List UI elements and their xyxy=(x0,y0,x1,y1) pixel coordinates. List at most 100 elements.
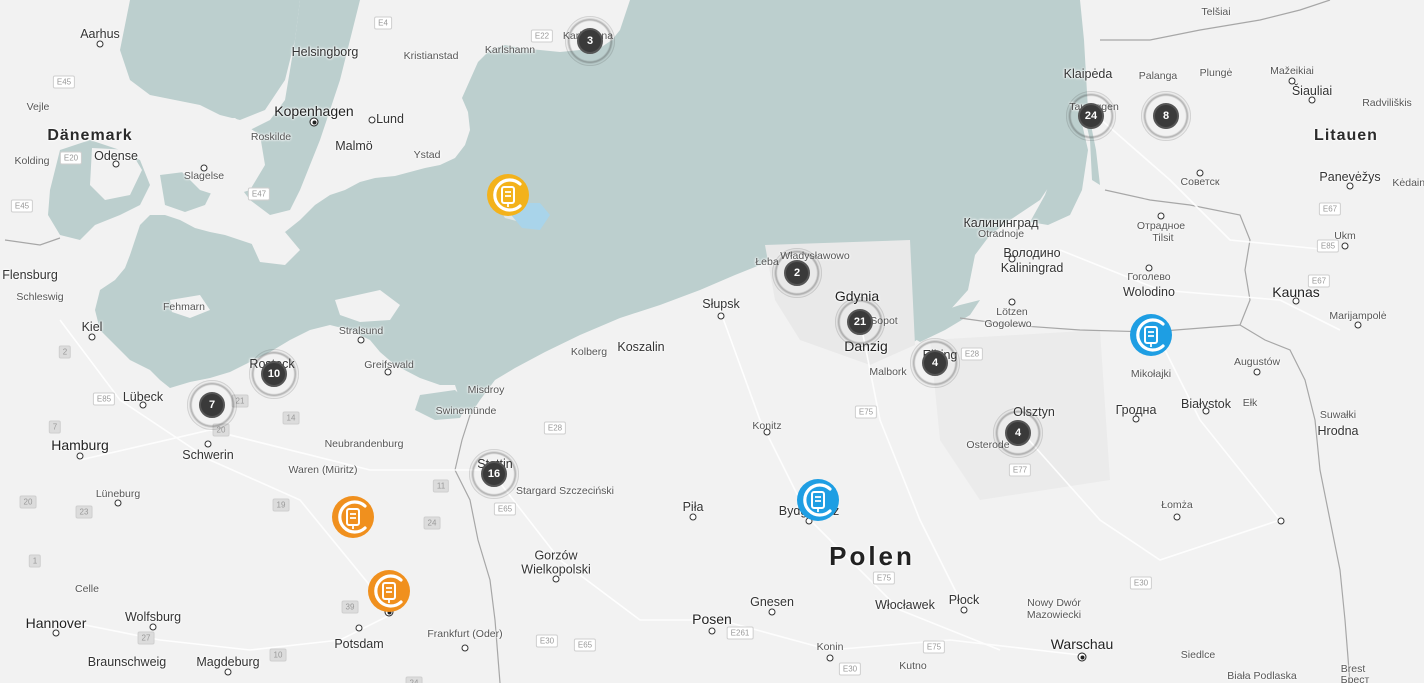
city-label-kaliningrad: Kaliningrad xyxy=(1000,260,1064,275)
poi-marker-storage-icon[interactable] xyxy=(796,478,840,522)
city-dot xyxy=(204,440,212,448)
city-label-e-k: Ełk xyxy=(1242,396,1258,409)
cluster-marker[interactable]: 10 xyxy=(249,349,299,399)
city-label-s-iauliai: Šiauliai xyxy=(1291,83,1333,98)
city-dot xyxy=(1145,264,1153,272)
cluster-marker[interactable]: 21 xyxy=(835,297,885,347)
cluster-marker[interactable]: 8 xyxy=(1141,91,1191,141)
road-shield-e28: E28 xyxy=(543,421,567,435)
city-dot xyxy=(960,606,968,614)
capital-dot xyxy=(309,117,319,127)
city-label-w-oc-awek: Włocławek xyxy=(875,597,935,612)
city-label-waren-mu-ritz: Waren (Müritz) xyxy=(288,463,358,476)
cluster-marker[interactable]: 4 xyxy=(993,408,1043,458)
city-label-augusto-w: Augustów xyxy=(1233,355,1281,368)
city-label-lund: Lund xyxy=(376,111,404,126)
city-label-maz-eikiai: Mažeikiai xyxy=(1270,64,1314,77)
city-label-helsingborg: Helsingborg xyxy=(291,44,359,59)
city-label-swinemu-nde: Swinemünde xyxy=(435,404,497,417)
cluster-count: 24 xyxy=(1078,103,1104,129)
city-dot xyxy=(368,116,376,124)
city-label-klaipe-da: Klaipėda xyxy=(1063,66,1113,81)
poi-marker-power-plant-icon[interactable] xyxy=(367,569,411,613)
cluster-count: 3 xyxy=(577,28,603,54)
cluster-count: 16 xyxy=(481,461,507,487)
map-viewport[interactable]: Dänemark Litauen Polen Aarhus Helsingborg Kri… xyxy=(0,0,1424,683)
city-label-ke-dainiai: Kėdainiai xyxy=(1392,176,1424,189)
city-label-брест: Брест xyxy=(1340,673,1370,683)
cluster-marker[interactable]: 16 xyxy=(469,449,519,499)
city-label-plunge: Plungė xyxy=(1199,66,1233,79)
power-plant-icon xyxy=(368,570,410,612)
city-label-nowy-dwo-r-mazowiecki: Nowy Dwór Mazowiecki xyxy=(1026,596,1082,621)
poi-marker-wind-turbine-icon[interactable] xyxy=(486,173,530,217)
city-label-wolfsburg: Wolfsburg xyxy=(124,609,182,624)
road-shield-e45: E45 xyxy=(10,199,34,213)
road-shield-e67: E67 xyxy=(1318,202,1342,216)
city-dot xyxy=(1354,321,1362,329)
cluster-marker[interactable]: 7 xyxy=(187,380,237,430)
city-label-hamburg: Hamburg xyxy=(51,437,109,453)
city-dot xyxy=(1308,96,1316,104)
cluster-marker[interactable]: 3 xyxy=(565,16,615,66)
city-label-kutno: Kutno xyxy=(899,659,927,672)
city-label-stralsund: Stralsund xyxy=(338,324,384,337)
city-label-magdeburg: Magdeburg xyxy=(196,654,260,669)
city-dot xyxy=(1008,298,1016,306)
city-dot xyxy=(1292,297,1300,305)
road-shield-e30: E30 xyxy=(1129,576,1153,590)
cluster-count: 2 xyxy=(784,260,810,286)
city-label-koszalin: Koszalin xyxy=(617,339,665,354)
city-dot xyxy=(200,164,208,172)
city-label-lo-tzen: Lötzen xyxy=(996,305,1028,318)
poi-marker-power-plant-icon[interactable] xyxy=(331,495,375,539)
city-label-frankfurt-oder: Frankfurt (Oder) xyxy=(427,627,503,640)
city-label-siedlce: Siedlce xyxy=(1180,648,1216,661)
city-label-aarhus: Aarhus xyxy=(80,26,120,41)
cluster-marker[interactable]: 4 xyxy=(910,338,960,388)
road-shield-27: 27 xyxy=(137,631,155,645)
city-dot xyxy=(224,668,232,676)
poi-marker-storage-icon[interactable] xyxy=(1129,313,1173,357)
city-label-tilsit: Tilsit xyxy=(1152,231,1174,244)
city-label-kiel: Kiel xyxy=(81,319,103,334)
city-label-radvilis-kis: Radviliškis xyxy=(1362,96,1412,109)
road-shield-e75: E75 xyxy=(854,405,878,419)
road-shield-e22: E22 xyxy=(530,29,554,43)
city-label-palanga: Palanga xyxy=(1138,69,1178,82)
city-label-flensburg: Flensburg xyxy=(2,267,58,282)
cluster-count: 10 xyxy=(261,361,287,387)
road-shield-e77: E77 xyxy=(1008,463,1032,477)
road-shield-e20: E20 xyxy=(59,151,83,165)
city-label-schwerin: Schwerin xyxy=(182,447,234,462)
city-dot xyxy=(1173,513,1181,521)
cluster-marker[interactable]: 24 xyxy=(1066,91,1116,141)
city-dot xyxy=(1341,242,1349,250)
city-label-misdroy: Misdroy xyxy=(467,383,505,396)
storage-icon xyxy=(1130,314,1172,356)
city-dot xyxy=(1346,182,1354,190)
city-dot xyxy=(1288,77,1296,85)
city-label-malbork: Malbork xyxy=(869,365,907,378)
city-dot xyxy=(1132,415,1140,423)
city-label-braunschweig: Braunschweig xyxy=(87,654,167,669)
city-label-celle: Celle xyxy=(75,582,99,595)
cluster-count: 4 xyxy=(1005,420,1031,446)
cluster-count: 8 xyxy=(1153,103,1179,129)
city-label-karlshamn: Karlshamn xyxy=(484,43,536,56)
cluster-marker[interactable]: 2 xyxy=(772,248,822,298)
road-shield-7: 7 xyxy=(48,420,62,434)
road-shield-e261: E261 xyxy=(726,626,754,640)
city-label-отрадное: Отрадное xyxy=(1136,219,1186,232)
city-label-brest: Brest xyxy=(1340,662,1366,675)
storage-icon xyxy=(797,479,839,521)
city-dot xyxy=(763,428,771,436)
city-dot xyxy=(768,608,776,616)
city-label-roskilde: Roskilde xyxy=(250,130,292,143)
road-shield-20: 20 xyxy=(19,495,37,509)
city-label-kopenhagen: Kopenhagen xyxy=(274,103,354,119)
city-label-suwa-ki: Suwałki xyxy=(1319,408,1357,421)
city-dot xyxy=(96,40,104,48)
wind-turbine-icon xyxy=(487,174,529,216)
city-label-warschau: Warschau xyxy=(1050,636,1114,652)
